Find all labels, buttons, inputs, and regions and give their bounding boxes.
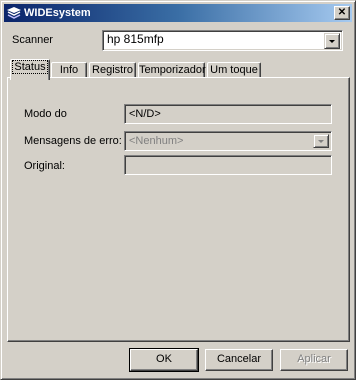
tab-status[interactable]: Status (10, 59, 50, 80)
errors-value: <Nenhum> (129, 135, 184, 147)
scanner-label: Scanner (12, 34, 53, 46)
errors-select: <Nenhum> (124, 131, 332, 151)
ok-button-label: OK (156, 353, 172, 365)
tab-registro-label: Registro (92, 64, 133, 76)
errors-label: Mensagens de erro: (24, 135, 122, 147)
chevron-down-icon (329, 40, 335, 43)
status-tab-panel: Modo do <N/D> Mensagens de erro: <Nenhum… (7, 77, 350, 342)
cancel-button-label: Cancelar (216, 353, 262, 365)
tab-um-toque-label: Um toque (210, 64, 258, 76)
scanner-select-value: hp 815mfp (107, 32, 164, 46)
tab-info-label: Info (59, 64, 79, 76)
apply-button-label: Aplicar (297, 353, 331, 365)
ok-button[interactable]: OK (129, 348, 199, 372)
errors-dropdown-button (313, 134, 329, 148)
tab-temporizador-label: Temporizador (139, 64, 206, 76)
original-label: Original: (24, 160, 65, 172)
chevron-down-icon (318, 140, 324, 143)
mode-field: <N/D> (124, 104, 332, 124)
tab-status-label: Status (12, 60, 48, 74)
scanner-dropdown-button[interactable] (324, 33, 340, 49)
mode-value: <N/D> (129, 108, 161, 120)
original-field (124, 155, 332, 175)
dialog-window: WIDEsystem ✕ Scanner hp 815mfp Status In… (0, 0, 356, 380)
title-bar[interactable]: WIDEsystem ✕ (4, 4, 352, 22)
window-title: WIDEsystem (24, 7, 91, 19)
app-logo-icon (7, 7, 21, 19)
apply-button[interactable]: Aplicar (280, 349, 348, 371)
mode-label: Modo do (24, 108, 67, 120)
close-icon: ✕ (337, 7, 347, 18)
cancel-button[interactable]: Cancelar (205, 349, 273, 371)
scanner-select[interactable]: hp 815mfp (102, 30, 343, 51)
close-button[interactable]: ✕ (334, 6, 350, 20)
